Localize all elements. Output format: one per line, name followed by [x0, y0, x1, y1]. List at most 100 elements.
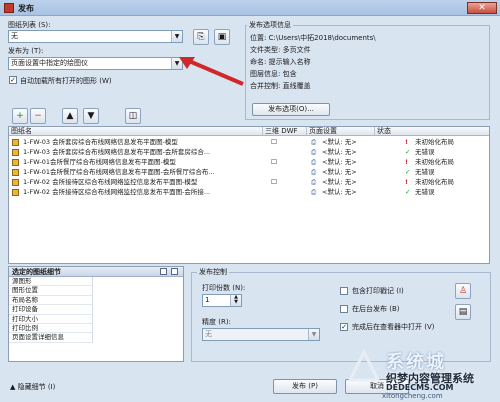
sheet-details-panel: 选定的图纸细节 源图形 图形位置 布局名称 打印设备 打印大小 打印比例 页面设置详细信息	[8, 266, 184, 362]
auto-load-checkbox[interactable]: ✓	[9, 76, 17, 84]
sheet-list-combo[interactable]: 无 ▼	[8, 30, 183, 43]
view-details-button[interactable]: ▤	[455, 304, 471, 320]
row-3d-dwf[interactable]: ☐	[271, 138, 277, 147]
table-row[interactable]: 1-FW-01会所餐厅综合布线网络信息发布平面图-会所餐厅综合布... ⎙ <默认:…	[9, 168, 489, 177]
row-status: 无错误	[415, 148, 435, 156]
move-up-button[interactable]: ▲	[62, 108, 78, 124]
col-status[interactable]: 状态	[375, 127, 489, 136]
table-row[interactable]: 1-FW-03 会所套房综合布线网络信息发布平面图-模型 ☐ ⎙ <默认: 无>! 未初…	[9, 138, 489, 147]
include-stamp-label: 包含打印戳记 (I)	[352, 287, 404, 295]
error-icon: !	[405, 158, 408, 166]
grid-icon[interactable]	[171, 268, 178, 275]
row-page-setup[interactable]: <默认: 无>	[322, 138, 357, 147]
details-row: 页面设置详细信息	[9, 333, 93, 343]
row-page-setup[interactable]: <默认: 无>	[322, 158, 357, 167]
stamp-settings-button[interactable]: ♙	[455, 283, 471, 299]
background-publish-checkbox[interactable]	[340, 305, 348, 313]
location-label: 位置:	[250, 34, 267, 42]
add-sheet-icon: +	[16, 111, 24, 121]
arrow-up-icon: ▲	[66, 111, 74, 121]
open-viewer-checkbox[interactable]: ✓	[340, 323, 348, 331]
remove-sheets-button[interactable]: −	[30, 108, 46, 124]
printer-icon: ⎙	[311, 138, 317, 146]
row-page-setup[interactable]: <默认: 无>	[322, 148, 357, 157]
details-row: 布局名称	[9, 295, 93, 306]
printer-icon: ⎙	[311, 158, 317, 166]
move-down-button[interactable]: ▼	[83, 108, 99, 124]
publish-options-button[interactable]: 发布选项(O)...	[252, 103, 330, 116]
col-page-setup[interactable]: 页面设置	[307, 127, 375, 136]
details-rows: 源图形 图形位置 布局名称 打印设备 打印大小 打印比例 页面设置详细信息	[9, 277, 183, 343]
error-icon: !	[405, 138, 408, 146]
table-row[interactable]: 1-FW-03 会所套房综合布线网络信息发布平面图-会所套房综合... ⎙ <默认:…	[9, 148, 489, 157]
sheet-table: 图纸名 三维 DWF 页面设置 状态 1-FW-03 会所套房综合布线网络信息发…	[8, 126, 490, 264]
details-row: 打印大小	[9, 314, 93, 324]
window-title: 发布	[18, 4, 34, 13]
triangle-up-icon: ▲	[10, 383, 16, 391]
add-sheets-button[interactable]: +	[12, 108, 28, 124]
layout-icon	[12, 169, 19, 176]
layout-icon	[12, 149, 19, 156]
load-sheet-list-button[interactable]: ⎘	[193, 29, 209, 45]
merge-value: 直线覆盖	[282, 82, 311, 90]
copies-stepper[interactable]: 1 ▲ ▼	[202, 294, 242, 307]
copies-label: 打印份数 (N):	[202, 284, 246, 292]
naming-label: 命名:	[250, 58, 267, 66]
publish-to-label: 发布为 (T):	[8, 47, 44, 55]
watermark-logo-icon	[347, 348, 381, 382]
publish-to-value: 页面设置中指定的绘图仪	[11, 59, 88, 67]
watermark-line2: DEDECMS.COM	[386, 383, 454, 392]
folder-open-icon: ⎘	[197, 32, 205, 42]
printer-icon: ⎙	[311, 178, 317, 186]
spinner-icon[interactable]: ▲ ▼	[230, 295, 241, 306]
watermark: 系统城 织梦内容管理系统 DEDECMS.COM xitongcheng.com	[346, 348, 496, 400]
publish-button[interactable]: 发布 (P)	[273, 379, 337, 394]
naming-row: 命名: 提示输入名称	[250, 57, 311, 67]
chevron-down-icon: ▼	[308, 329, 319, 340]
table-row[interactable]: 1-FW-02 会所接待区综合布线网络监控信息发布平面图-会所接... ⎙ <默认:…	[9, 188, 489, 197]
printer-icon: ⎙	[311, 148, 317, 156]
stamp-icon: ♙	[458, 286, 468, 296]
row-status: 无错误	[415, 168, 435, 176]
location-value: C:\Users\中拓2018\documents\	[268, 34, 376, 42]
precision-combo[interactable]: 无 ▼	[202, 328, 320, 341]
preview-button[interactable]: ◫	[125, 108, 141, 124]
details-row: 源图形	[9, 277, 93, 287]
row-page-setup[interactable]: <默认: 无>	[322, 188, 357, 197]
publish-to-combo[interactable]: 页面设置中指定的绘图仪 ▼	[8, 57, 183, 70]
row-sheet-name: 1-FW-02 会所接待区综合布线网络监控信息发布平面图-会所接...	[23, 188, 211, 196]
layer-label: 图层信息:	[250, 70, 281, 78]
row-3d-dwf[interactable]: ☐	[271, 158, 277, 167]
printer-icon: ⎙	[311, 188, 317, 196]
filetype-row: 文件类型: 多页文件	[250, 45, 311, 55]
col-3d-dwf[interactable]: 三维 DWF	[263, 127, 307, 136]
table-row[interactable]: 1-FW-01会所餐厅综合布线网络信息发布平面图-模型 ☐ ⎙ <默认: 无>! 未初始…	[9, 158, 489, 167]
col-sheet-name[interactable]: 图纸名	[9, 127, 263, 136]
row-sheet-name: 1-FW-02 会所接待区综合布线网络监控信息发布平面图-模型	[23, 178, 198, 186]
layout-icon	[12, 189, 19, 196]
save-sheet-list-button[interactable]: ▣	[214, 29, 230, 45]
details-row: 打印设备	[9, 305, 93, 315]
include-stamp-checkbox[interactable]	[340, 287, 348, 295]
layout-icon	[12, 139, 19, 146]
auto-load-label: 自动加载所有打开的图形 (W)	[20, 77, 112, 85]
row-sheet-name: 1-FW-03 会所套房综合布线网络信息发布平面图-模型	[23, 138, 178, 146]
copy-icon[interactable]	[160, 268, 167, 275]
row-3d-dwf[interactable]: ☐	[271, 178, 277, 187]
precision-value: 无	[205, 330, 212, 338]
document-icon: ▤	[458, 307, 468, 317]
row-page-setup[interactable]: <默认: 无>	[322, 168, 357, 177]
remove-sheet-icon: −	[34, 111, 42, 121]
row-status: 未初始化布局	[415, 158, 454, 166]
naming-value: 提示输入名称	[268, 58, 311, 66]
details-row: 打印比例	[9, 323, 93, 334]
open-viewer-label: 完成后在查看器中打开 (V)	[352, 323, 435, 331]
close-button[interactable]: ✕	[467, 2, 497, 14]
row-status: 无错误	[415, 188, 435, 196]
table-row[interactable]: 1-FW-02 会所接待区综合布线网络监控信息发布平面图-模型 ☐ ⎙ <默认: 无>…	[9, 178, 489, 187]
layout-icon	[12, 159, 19, 166]
preview-icon: ◫	[128, 111, 138, 121]
hide-details-link[interactable]: ▲ 隐藏细节 (I)	[10, 382, 55, 392]
row-page-setup[interactable]: <默认: 无>	[322, 178, 357, 187]
row-status: 未初始化布局	[415, 138, 454, 146]
